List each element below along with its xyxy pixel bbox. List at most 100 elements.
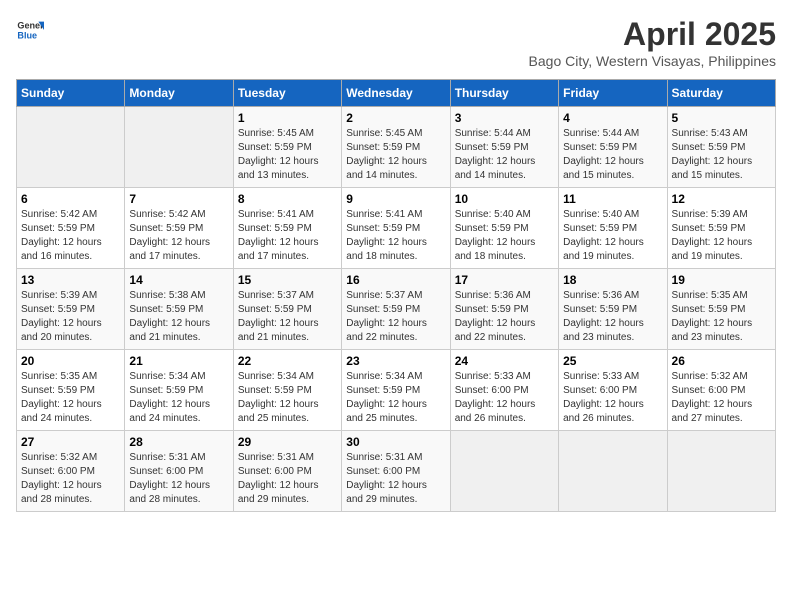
day-info: Sunrise: 5:34 AMSunset: 5:59 PMDaylight:… [129, 370, 228, 426]
weekday-header-cell: Thursday [450, 80, 558, 107]
calendar-day-cell: 5Sunrise: 5:43 AMSunset: 5:59 PMDaylight… [667, 107, 775, 188]
calendar-day-cell: 21Sunrise: 5:34 AMSunset: 5:59 PMDayligh… [125, 350, 233, 431]
day-number: 13 [21, 273, 120, 287]
day-info: Sunrise: 5:31 AMSunset: 6:00 PMDaylight:… [346, 451, 445, 507]
calendar-day-cell: 17Sunrise: 5:36 AMSunset: 5:59 PMDayligh… [450, 269, 558, 350]
calendar-day-cell: 7Sunrise: 5:42 AMSunset: 5:59 PMDaylight… [125, 188, 233, 269]
calendar-day-cell: 29 Sunrise: 5:31 AMSunset: 6:00 PMDayligh… [233, 431, 341, 512]
header: General Blue April 2025 Bago City, Weste… [16, 16, 776, 69]
month-year-title: April 2025 [529, 16, 776, 53]
day-info: Sunrise: 5:34 AMSunset: 5:59 PMDaylight:… [238, 370, 337, 426]
calendar-body: 1 Sunrise: 5:45 AMSunset: 5:59 PMDaylight… [17, 107, 776, 512]
logo: General Blue [16, 16, 44, 44]
calendar-day-cell: 3 Sunrise: 5:44 AMSunset: 5:59 PMDaylight… [450, 107, 558, 188]
day-number: 14 [129, 273, 228, 287]
calendar-day-cell [667, 431, 775, 512]
day-info: Sunrise: 5:36 AMSunset: 5:59 PMDaylight:… [563, 289, 662, 345]
day-info: Sunrise: 5:39 AMSunset: 5:59 PMDaylight:… [672, 208, 771, 264]
calendar-day-cell: 28 Sunrise: 5:31 AMSunset: 6:00 PMDayligh… [125, 431, 233, 512]
day-number: 4 [563, 111, 662, 125]
day-number: 12 [672, 192, 771, 206]
calendar-day-cell: 10Sunrise: 5:40 AMSunset: 5:59 PMDayligh… [450, 188, 558, 269]
calendar-day-cell: 26 Sunrise: 5:32 AMSunset: 6:00 PMDayligh… [667, 350, 775, 431]
day-info: Sunrise: 5:42 AMSunset: 5:59 PMDaylight:… [129, 208, 228, 264]
day-number: 28 [129, 435, 228, 449]
calendar-day-cell: 9 Sunrise: 5:41 AMSunset: 5:59 PMDaylight… [342, 188, 450, 269]
day-number: 16 [346, 273, 445, 287]
day-number: 23 [346, 354, 445, 368]
weekday-header-cell: Saturday [667, 80, 775, 107]
day-number: 17 [455, 273, 554, 287]
calendar-week-row: 6Sunrise: 5:42 AMSunset: 5:59 PMDaylight… [17, 188, 776, 269]
day-number: 2 [346, 111, 445, 125]
day-number: 15 [238, 273, 337, 287]
day-number: 29 [238, 435, 337, 449]
calendar-day-cell: 20Sunrise: 5:35 AMSunset: 5:59 PMDayligh… [17, 350, 125, 431]
day-number: 20 [21, 354, 120, 368]
calendar-day-cell: 25 Sunrise: 5:33 AMSunset: 6:00 PMDayligh… [559, 350, 667, 431]
calendar-day-cell: 22Sunrise: 5:34 AMSunset: 5:59 PMDayligh… [233, 350, 341, 431]
day-number: 30 [346, 435, 445, 449]
day-info: Sunrise: 5:45 AMSunset: 5:59 PMDaylight:… [238, 127, 337, 183]
day-info: Sunrise: 5:41 AMSunset: 5:59 PMDaylight:… [346, 208, 445, 264]
day-number: 9 [346, 192, 445, 206]
day-info: Sunrise: 5:44 AMSunset: 5:59 PMDaylight:… [455, 127, 554, 183]
day-number: 24 [455, 354, 554, 368]
calendar-day-cell: 23 Sunrise: 5:34 AMSunset: 5:59 PMDayligh… [342, 350, 450, 431]
title-area: April 2025 Bago City, Western Visayas, P… [529, 16, 776, 69]
calendar-day-cell: 4 Sunrise: 5:44 AMSunset: 5:59 PMDaylight… [559, 107, 667, 188]
calendar-day-cell: 15 Sunrise: 5:37 AMSunset: 5:59 PMDayligh… [233, 269, 341, 350]
day-number: 26 [672, 354, 771, 368]
calendar-day-cell: 18 Sunrise: 5:36 AMSunset: 5:59 PMDayligh… [559, 269, 667, 350]
day-info: Sunrise: 5:33 AMSunset: 6:00 PMDaylight:… [455, 370, 554, 426]
day-info: Sunrise: 5:44 AMSunset: 5:59 PMDaylight:… [563, 127, 662, 183]
day-info: Sunrise: 5:32 AMSunset: 6:00 PMDaylight:… [672, 370, 771, 426]
day-number: 8 [238, 192, 337, 206]
day-info: Sunrise: 5:40 AMSunset: 5:59 PMDaylight:… [563, 208, 662, 264]
calendar-day-cell [17, 107, 125, 188]
day-number: 10 [455, 192, 554, 206]
location-subtitle: Bago City, Western Visayas, Philippines [529, 53, 776, 69]
day-info: Sunrise: 5:32 AMSunset: 6:00 PMDaylight:… [21, 451, 120, 507]
weekday-header-cell: Tuesday [233, 80, 341, 107]
day-info: Sunrise: 5:45 AMSunset: 5:59 PMDaylight:… [346, 127, 445, 183]
weekday-header-cell: Friday [559, 80, 667, 107]
calendar-table: SundayMondayTuesdayWednesdayThursdayFrid… [16, 79, 776, 512]
day-info: Sunrise: 5:37 AMSunset: 5:59 PMDaylight:… [238, 289, 337, 345]
calendar-day-cell [450, 431, 558, 512]
calendar-day-cell: 6Sunrise: 5:42 AMSunset: 5:59 PMDaylight… [17, 188, 125, 269]
day-number: 25 [563, 354, 662, 368]
logo-icon: General Blue [16, 16, 44, 44]
calendar-day-cell [559, 431, 667, 512]
day-number: 1 [238, 111, 337, 125]
calendar-day-cell: 2 Sunrise: 5:45 AMSunset: 5:59 PMDaylight… [342, 107, 450, 188]
weekday-header-cell: Wednesday [342, 80, 450, 107]
calendar-day-cell [125, 107, 233, 188]
weekday-header-cell: Monday [125, 80, 233, 107]
day-info: Sunrise: 5:38 AMSunset: 5:59 PMDaylight:… [129, 289, 228, 345]
day-number: 11 [563, 192, 662, 206]
calendar-day-cell: 14 Sunrise: 5:38 AMSunset: 5:59 PMDayligh… [125, 269, 233, 350]
weekday-header-cell: Sunday [17, 80, 125, 107]
day-number: 5 [672, 111, 771, 125]
calendar-day-cell: 24 Sunrise: 5:33 AMSunset: 6:00 PMDayligh… [450, 350, 558, 431]
day-number: 18 [563, 273, 662, 287]
day-number: 3 [455, 111, 554, 125]
day-info: Sunrise: 5:33 AMSunset: 6:00 PMDaylight:… [563, 370, 662, 426]
calendar-week-row: 20Sunrise: 5:35 AMSunset: 5:59 PMDayligh… [17, 350, 776, 431]
calendar-week-row: 27Sunrise: 5:32 AMSunset: 6:00 PMDayligh… [17, 431, 776, 512]
day-info: Sunrise: 5:42 AMSunset: 5:59 PMDaylight:… [21, 208, 120, 264]
day-info: Sunrise: 5:31 AMSunset: 6:00 PMDaylight:… [238, 451, 337, 507]
calendar-day-cell: 1 Sunrise: 5:45 AMSunset: 5:59 PMDaylight… [233, 107, 341, 188]
day-info: Sunrise: 5:31 AMSunset: 6:00 PMDaylight:… [129, 451, 228, 507]
calendar-day-cell: 19Sunrise: 5:35 AMSunset: 5:59 PMDayligh… [667, 269, 775, 350]
calendar-week-row: 1 Sunrise: 5:45 AMSunset: 5:59 PMDaylight… [17, 107, 776, 188]
calendar-day-cell: 11 Sunrise: 5:40 AMSunset: 5:59 PMDayligh… [559, 188, 667, 269]
weekday-header-row: SundayMondayTuesdayWednesdayThursdayFrid… [17, 80, 776, 107]
calendar-day-cell: 12 Sunrise: 5:39 AMSunset: 5:59 PMDayligh… [667, 188, 775, 269]
calendar-day-cell: 13 Sunrise: 5:39 AMSunset: 5:59 PMDayligh… [17, 269, 125, 350]
calendar-day-cell: 16Sunrise: 5:37 AMSunset: 5:59 PMDayligh… [342, 269, 450, 350]
calendar-day-cell: 8Sunrise: 5:41 AMSunset: 5:59 PMDaylight… [233, 188, 341, 269]
day-info: Sunrise: 5:39 AMSunset: 5:59 PMDaylight:… [21, 289, 120, 345]
day-info: Sunrise: 5:34 AMSunset: 5:59 PMDaylight:… [346, 370, 445, 426]
